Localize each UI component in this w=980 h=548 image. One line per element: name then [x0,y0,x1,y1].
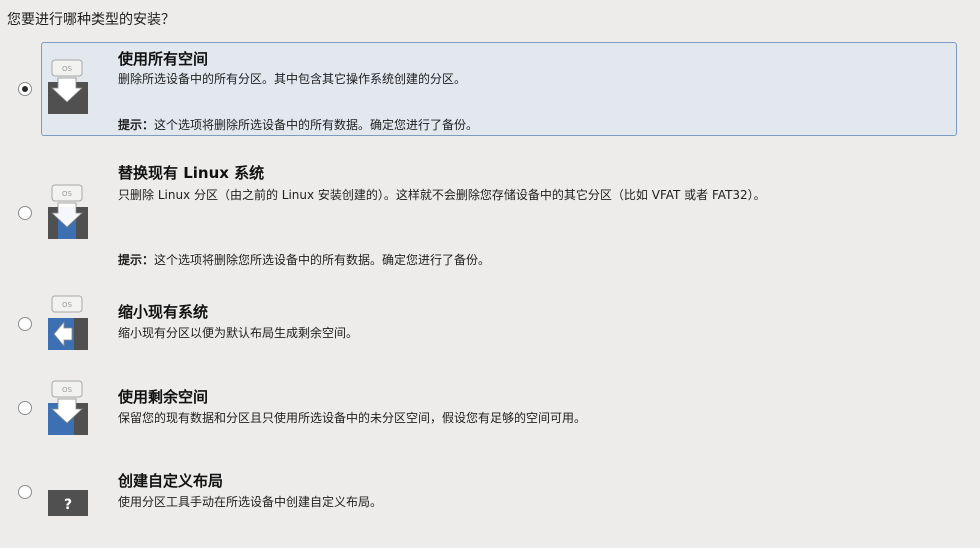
svg-text:OS: OS [62,190,73,198]
option-title-use-all-space: 使用所有空间 [118,50,209,68]
disk-shrink-icon: OS [46,294,92,352]
option-title-replace-linux: 替换现有 Linux 系统 [118,164,265,182]
svg-text:OS: OS [62,386,73,394]
option-desc-use-all-space: 删除所选设备中的所有分区。其中包含其它操作系统创建的分区。 [118,72,467,86]
disk-erase-all-icon: OS [46,58,92,116]
radio-use-all-space[interactable] [18,82,32,96]
tip-text: 这个选项将删除您所选设备中的所有数据。确定您进行了备份。 [154,253,491,267]
radio-custom-layout[interactable] [18,485,32,499]
radio-shrink-existing[interactable] [18,317,32,331]
option-title-use-free-space: 使用剩余空间 [118,388,209,406]
tip-label: 提示： [118,253,155,267]
svg-text:OS: OS [62,65,73,73]
disk-free-space-icon: OS [46,379,92,437]
radio-use-free-space[interactable] [18,401,32,415]
radio-replace-linux[interactable] [18,206,32,220]
option-tip-replace-linux: 提示：这个选项将删除您所选设备中的所有数据。确定您进行了备份。 [118,251,490,268]
svg-text:OS: OS [62,301,73,309]
tip-label: 提示： [118,118,155,132]
option-desc-custom-layout: 使用分区工具手动在所选设备中创建自定义布局。 [118,495,383,509]
tip-text: 这个选项将删除所选设备中的所有数据。确定您进行了备份。 [154,118,479,132]
option-title-custom-layout: 创建自定义布局 [118,472,224,490]
custom-layout-question-icon: ? [46,478,92,536]
disk-replace-linux-icon: OS [46,183,92,241]
install-type-question: 您要进行哪种类型的安装？ [7,12,175,28]
option-tip-use-all-space: 提示：这个选项将删除所选设备中的所有数据。确定您进行了备份。 [118,116,478,133]
option-desc-shrink-existing: 缩小现有分区以便为默认布局生成剩余空间。 [118,326,359,340]
svg-text:?: ? [64,497,72,513]
option-desc-use-free-space: 保留您的现有数据和分区且只使用所选设备中的未分区空间，假设您有足够的空间可用。 [118,411,587,425]
option-title-shrink-existing: 缩小现有系统 [118,303,209,321]
option-desc-replace-linux: 只删除 Linux 分区（由之前的 Linux 安装创建的）。这样就不会删除您存… [118,188,766,202]
